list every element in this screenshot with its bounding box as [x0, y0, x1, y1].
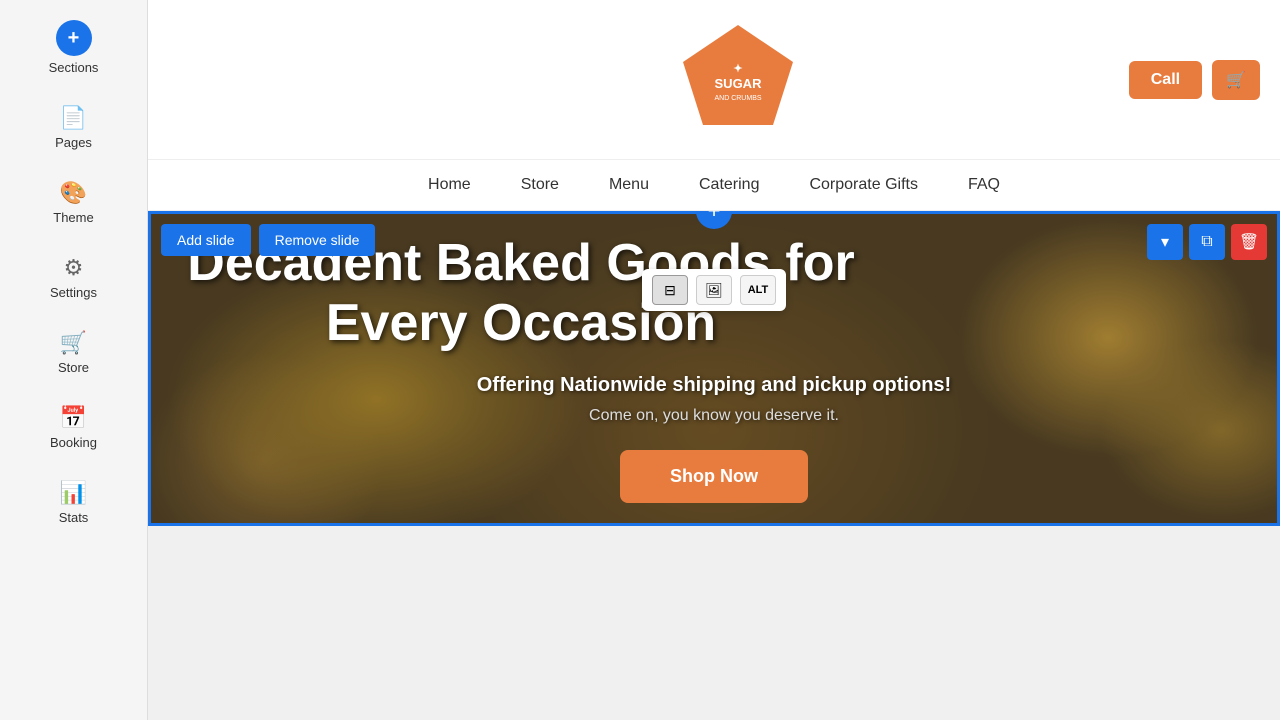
sidebar-theme-label: Theme [53, 210, 93, 225]
sidebar-item-stats[interactable]: 📊 Stats [0, 470, 147, 535]
sidebar: + Sections 📄 Pages 🎨 Theme ⚙ Settings 🛒 … [0, 0, 148, 720]
slide-delete-button[interactable]: 🗑 [1231, 224, 1267, 260]
nav-item-corporate-gifts[interactable]: Corporate Gifts [809, 176, 917, 194]
slide-copy-button[interactable]: ⧉ [1189, 224, 1225, 260]
canvas-wrapper: + Add slide Remove slide ▾ ⧉ 🗑 [148, 211, 1280, 720]
image-grid-button[interactable]: ⊟ [652, 275, 688, 305]
delete-icon: 🗑 [1239, 232, 1259, 252]
store-icon: 🛒 [60, 330, 87, 356]
sidebar-item-settings[interactable]: ⚙ Settings [0, 245, 147, 310]
call-button[interactable]: Call [1129, 61, 1202, 99]
theme-icon: 🎨 [60, 180, 87, 206]
booking-icon: 📅 [60, 405, 87, 431]
sidebar-item-booking[interactable]: 📅 Booking [0, 395, 147, 460]
remove-slide-button[interactable]: Remove slide [259, 224, 376, 256]
sidebar-stats-label: Stats [59, 510, 89, 525]
add-slide-button[interactable]: Add slide [161, 224, 251, 256]
nav-item-faq[interactable]: FAQ [968, 176, 1000, 194]
nav-item-store[interactable]: Store [521, 176, 559, 194]
sidebar-item-pages[interactable]: 📄 Pages [0, 95, 147, 160]
cart-button[interactable]: 🛒 [1212, 60, 1260, 100]
svg-text:SUGAR: SUGAR [715, 76, 763, 91]
cart-icon: 🛒 [1226, 72, 1246, 89]
sidebar-item-store[interactable]: 🛒 Store [0, 320, 147, 385]
slide-controls-bar: Add slide Remove slide ▾ ⧉ 🗑 [151, 224, 1277, 260]
slide-collapse-button[interactable]: ▾ [1147, 224, 1183, 260]
sidebar-item-theme[interactable]: 🎨 Theme [0, 170, 147, 235]
hero-content: Decadent Baked Goods for Every Occasion … [151, 214, 1277, 523]
hero-slide-canvas: Add slide Remove slide ▾ ⧉ 🗑 [148, 211, 1280, 526]
logo: ✦ SUGAR AND CRUMBS [678, 20, 798, 140]
sidebar-add-section[interactable]: + Sections [0, 10, 147, 85]
svg-text:✦: ✦ [734, 63, 743, 75]
nav-item-menu[interactable]: Menu [609, 176, 649, 194]
chevron-down-icon: ▾ [1161, 232, 1169, 252]
nav-item-catering[interactable]: Catering [699, 176, 759, 194]
navigation: Home Store Menu Catering Corporate Gifts… [148, 160, 1280, 211]
sidebar-sections-label: Sections [49, 60, 99, 75]
hero-tagline: Come on, you know you deserve it. [171, 407, 1257, 425]
alt-text-icon: ALT [748, 284, 769, 296]
sidebar-store-label: Store [58, 360, 89, 375]
sidebar-booking-label: Booking [50, 435, 97, 450]
logo-area: ✦ SUGAR AND CRUMBS [348, 20, 1129, 140]
header-actions: Call 🛒 [1129, 60, 1260, 100]
slide-action-buttons: ▾ ⧉ 🗑 [1147, 224, 1267, 260]
copy-icon: ⧉ [1201, 233, 1212, 251]
sidebar-pages-label: Pages [55, 135, 92, 150]
add-section-icon[interactable]: + [56, 20, 92, 56]
svg-text:AND CRUMBS: AND CRUMBS [715, 95, 762, 102]
image-toolbar: ⊟ 🖼 ALT [642, 269, 786, 311]
sidebar-settings-label: Settings [50, 285, 97, 300]
stats-icon: 📊 [60, 480, 87, 506]
image-single-button[interactable]: 🖼 [696, 275, 732, 305]
shop-now-button[interactable]: Shop Now [620, 450, 808, 503]
image-alt-button[interactable]: ALT [740, 275, 776, 305]
settings-icon: ⚙ [64, 255, 84, 281]
pages-icon: 📄 [60, 105, 87, 131]
nav-item-home[interactable]: Home [428, 176, 471, 194]
slide-edit-buttons: Add slide Remove slide [161, 224, 375, 256]
site-header: ✦ SUGAR AND CRUMBS Call 🛒 [148, 0, 1280, 160]
main-content: ✦ SUGAR AND CRUMBS Call 🛒 Home Store Men… [148, 0, 1280, 720]
image-grid-icon: ⊟ [664, 282, 676, 299]
hero-subtitle: Offering Nationwide shipping and pickup … [171, 374, 1257, 397]
image-single-icon: 🖼 [705, 282, 723, 299]
